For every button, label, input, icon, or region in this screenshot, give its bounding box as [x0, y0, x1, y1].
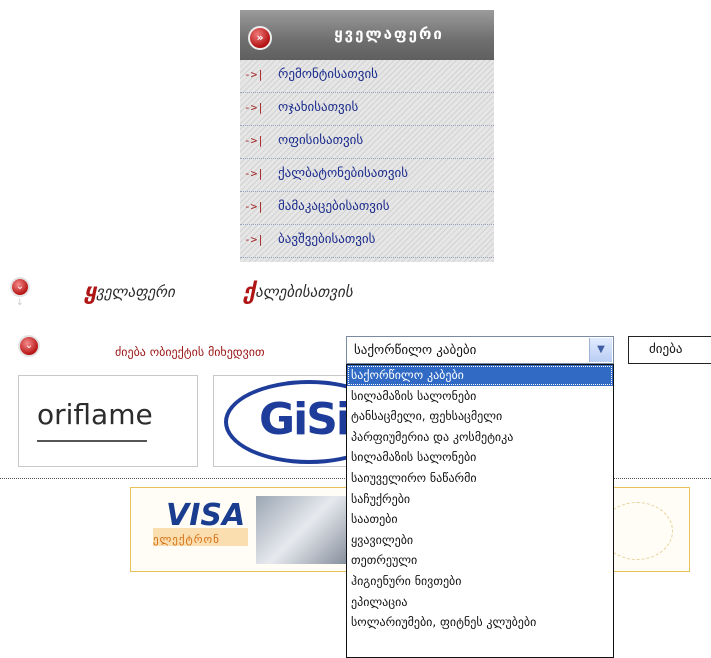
category-list: ->| რემონტისათვის ->| ოჯახისათვის ->| ოფისი…: [240, 60, 494, 258]
dropdown-option[interactable]: საათები: [347, 509, 613, 530]
arrow-icon: ->|: [244, 167, 264, 180]
breadcrumb-initial: ქ: [243, 280, 256, 305]
dropdown-option[interactable]: სოლარიუმები, ფიტნეს კლუბები: [347, 612, 613, 633]
category-item[interactable]: ->| რემონტისათვის: [240, 60, 494, 93]
chevron-down-icon: ⌄: [18, 335, 40, 357]
category-item-label[interactable]: ოფისისათვის: [278, 133, 363, 148]
category-menu-header: » ყველაფერი: [240, 10, 494, 60]
arrow-icon: ->|: [244, 200, 264, 213]
category-menu: » ყველაფერი ->| რემონტისათვის ->| ოჯახისათ…: [240, 10, 494, 262]
arrow-icon: ->|: [244, 101, 264, 114]
category-menu-title: ყველაფერი: [334, 25, 444, 43]
dropdown-option[interactable]: საქორწილო კაბები: [347, 365, 613, 386]
dropdown-option[interactable]: საჩუქრები: [347, 489, 613, 510]
search-button[interactable]: ძიება: [628, 336, 711, 364]
dropdown-option[interactable]: სილამაზის სალონები: [347, 386, 613, 407]
visa-logo: VISA: [166, 498, 246, 533]
gisi-logo: GiSi: [259, 394, 351, 445]
category-item-label[interactable]: რემონტისათვის: [278, 67, 378, 82]
dropdown-option[interactable]: პარფიუმერია და კოსმეტიკა: [347, 427, 613, 448]
arrow-down-icon: ↓: [16, 298, 24, 308]
oriflame-logo: oriflame: [37, 398, 153, 431]
category-select[interactable]: საქორწილო კაბები ▼: [346, 336, 614, 364]
dropdown-arrow-icon[interactable]: ▼: [589, 338, 612, 362]
dropdown-option[interactable]: თეთრეული: [347, 550, 613, 571]
category-item-label[interactable]: ოჯახისათვის: [278, 100, 358, 115]
oriflame-logo-box[interactable]: oriflame: [18, 375, 198, 467]
search-label: ძიება ობიექტის მიხედვით: [115, 345, 265, 359]
breadcrumb-item-all[interactable]: ყველაფერი: [84, 280, 175, 305]
category-item-label[interactable]: ქალბატონებისათვის: [278, 166, 408, 181]
breadcrumb-text: ველაფერი: [96, 283, 175, 301]
breadcrumb-text: ალებისათვის: [255, 283, 353, 301]
category-item[interactable]: ->| ოჯახისათვის: [240, 93, 494, 126]
breadcrumb-item-women[interactable]: ქალებისათვის: [243, 280, 353, 305]
category-item[interactable]: ->| ბავშვებისათვის: [240, 225, 494, 258]
arrow-icon: ->|: [244, 134, 264, 147]
category-item[interactable]: ->| ოფისისათვის: [240, 126, 494, 159]
logo-underline: [37, 440, 147, 442]
select-dropdown-list[interactable]: საქორწილო კაბები სილამაზის სალონები ტანს…: [346, 364, 614, 658]
select-value: საქორწილო კაბები: [354, 343, 477, 358]
dropdown-option[interactable]: ყვავილები: [347, 530, 613, 551]
chevron-down-icon[interactable]: ⌄: [10, 277, 30, 297]
visa-electron-label: ელექტრონ: [153, 533, 220, 546]
dropdown-option[interactable]: ტანსაცმელი, ფეხსაცმელი: [347, 406, 613, 427]
dropdown-option[interactable]: სილამაზის სალონები: [347, 447, 613, 468]
dropdown-option[interactable]: საიუველირო ნაწარმი: [347, 468, 613, 489]
arrow-icon: ->|: [244, 233, 264, 246]
arrow-icon: ->|: [244, 68, 264, 81]
breadcrumb-initial: ყ: [84, 280, 97, 305]
double-chevron-icon[interactable]: »: [248, 26, 272, 50]
category-item[interactable]: ->| მამაკაცებისათვის: [240, 192, 494, 225]
category-item[interactable]: ->| ქალბატონებისათვის: [240, 159, 494, 192]
dropdown-option[interactable]: ეპილაცია: [347, 592, 613, 613]
dropdown-option[interactable]: ჰიგიენური ნივთები: [347, 571, 613, 592]
category-item-label[interactable]: ბავშვებისათვის: [278, 232, 375, 247]
category-item-label[interactable]: მამაკაცებისათვის: [278, 199, 390, 214]
